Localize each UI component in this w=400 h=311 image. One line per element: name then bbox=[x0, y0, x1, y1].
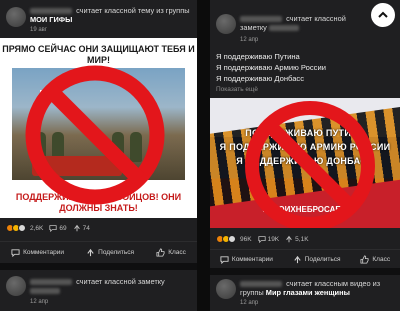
comment-count: 69 bbox=[59, 224, 67, 232]
share-icon bbox=[294, 255, 301, 263]
reshare-count: 74 bbox=[82, 224, 90, 232]
comments-label: Комментарии bbox=[231, 255, 273, 263]
post-author-line: считает классной заметку bbox=[30, 277, 191, 295]
like-icon bbox=[360, 254, 369, 264]
right-feed-column: считает классной заметку 12 апр Я поддер… bbox=[210, 0, 400, 311]
post-date: 12 апр bbox=[240, 300, 259, 306]
comment-stat[interactable]: 19K bbox=[257, 235, 280, 243]
flag-icon bbox=[40, 90, 58, 102]
feed-post-gifs: считает классной тему из группы МОИ ГИФЫ… bbox=[0, 0, 197, 263]
comment-stat[interactable]: 69 bbox=[49, 224, 67, 232]
image-hashtag: #СВОИХНЕБРОСАЕМ bbox=[262, 205, 348, 214]
share-button[interactable]: Поделиться bbox=[291, 251, 343, 268]
share-label: Поделиться bbox=[98, 249, 135, 256]
avatar[interactable] bbox=[216, 14, 236, 34]
like-label: Класс bbox=[168, 249, 186, 256]
like-button[interactable]: Класс bbox=[358, 251, 392, 268]
post-author-line: считает классной тему из группы МОИ ГИФЫ bbox=[30, 6, 191, 24]
comment-count: 19K bbox=[267, 235, 280, 243]
reshare-count: 5,1K bbox=[295, 235, 309, 243]
blurred-author-name[interactable] bbox=[30, 279, 72, 286]
avatar[interactable] bbox=[6, 276, 26, 296]
post-action-text: считает классной тему из группы bbox=[76, 6, 190, 15]
comments-label: Комментарии bbox=[23, 249, 65, 256]
avatar[interactable] bbox=[216, 279, 236, 299]
comment-icon bbox=[11, 249, 20, 257]
post-header: считает классной тему из группы МОИ ГИФЫ… bbox=[0, 0, 197, 34]
feed-post-support: считает классной заметку 12 апр Я поддер… bbox=[210, 0, 400, 268]
post-actions: Комментарии Поделиться Класс bbox=[0, 241, 197, 263]
post-stats: 96K 19K 5,1K bbox=[216, 235, 309, 243]
soldier-figure bbox=[130, 132, 142, 162]
share-label: Поделиться bbox=[304, 255, 341, 263]
reaction-icons[interactable] bbox=[216, 235, 236, 243]
post-line: Я поддерживаю Армию России bbox=[216, 63, 326, 72]
post-separator bbox=[0, 263, 197, 270]
reaction-count: 96K bbox=[240, 235, 252, 243]
post-stats: 2,6K 69 74 bbox=[6, 224, 90, 232]
post-separator bbox=[210, 268, 400, 275]
blurred-author-name[interactable] bbox=[240, 281, 282, 288]
blurred-note-title[interactable] bbox=[268, 25, 299, 32]
post-author-line: считает классным видео из группы Мир гла… bbox=[240, 279, 394, 297]
like-label: Класс bbox=[372, 255, 391, 263]
post-image-poster[interactable]: ПРЯМО СЕЙЧАС ОНИ ЗАЩИЩАЮТ ТЕБЯ И МИР! ПО… bbox=[0, 38, 197, 218]
reshare-icon bbox=[286, 235, 292, 243]
image-text-line: Я ПОДДЕРЖИВАЮ ДОНБАСС bbox=[236, 156, 374, 166]
poster-photo bbox=[12, 68, 185, 180]
comment-icon bbox=[49, 225, 57, 232]
comments-button[interactable]: Комментарии bbox=[9, 244, 66, 261]
reaction-icons[interactable] bbox=[6, 224, 26, 232]
scroll-up-icon bbox=[378, 11, 388, 18]
post-line: Я поддерживаю Путина bbox=[216, 52, 300, 61]
comments-button[interactable]: Комментарии bbox=[218, 251, 275, 268]
post-date: 12 апр bbox=[240, 37, 259, 43]
post-date: 12 апр bbox=[30, 299, 49, 305]
feed-post-video: считает классным видео из группы Мир гла… bbox=[210, 275, 400, 311]
post-action-text: считает классной заметку bbox=[76, 277, 165, 286]
share-icon bbox=[87, 248, 94, 257]
post-author-line: считает классной заметку bbox=[240, 14, 368, 32]
reshare-stat[interactable]: 5,1K bbox=[285, 235, 309, 243]
image-text-line: Я ПОДДЕРЖИВАЮ АРМИЮ РОССИИ bbox=[219, 142, 391, 152]
reaction-count: 2,6K bbox=[30, 224, 44, 232]
left-feed-column: считает классной тему из группы МОИ ГИФЫ… bbox=[0, 0, 197, 311]
post-actions: Комментарии Поделиться Класс bbox=[210, 249, 400, 268]
show-more-link[interactable]: Показать ещё bbox=[216, 86, 258, 93]
like-icon bbox=[156, 248, 165, 257]
blurred-author-name[interactable] bbox=[240, 16, 282, 23]
group-link[interactable]: Мир глазами женщины bbox=[266, 288, 350, 297]
post-image-ribbon[interactable]: ПОДДЕРЖИВАЮ ПУТИНА Я ПОДДЕРЖИВАЮ АРМИЮ Р… bbox=[210, 98, 400, 228]
poster-top-text: ПРЯМО СЕЙЧАС ОНИ ЗАЩИЩАЮТ ТЕБЯ И МИР! bbox=[2, 44, 195, 65]
column-divider bbox=[197, 0, 210, 311]
comment-icon bbox=[257, 236, 266, 243]
share-button[interactable]: Поделиться bbox=[84, 244, 136, 261]
post-date: 19 авг bbox=[30, 27, 48, 33]
post-body: Я поддерживаю Путина Я поддерживаю Армию… bbox=[216, 51, 394, 84]
group-link[interactable]: МОИ ГИФЫ bbox=[30, 15, 72, 24]
vehicle bbox=[32, 156, 122, 176]
scroll-up-button[interactable] bbox=[371, 3, 395, 27]
like-button[interactable]: Класс bbox=[154, 244, 188, 261]
feed-post-note: считает классной заметку 12 апр bbox=[0, 270, 197, 311]
post-line: Я поддерживаю Донбасс bbox=[216, 74, 305, 83]
reshare-icon bbox=[73, 224, 80, 232]
blurred-note-title[interactable] bbox=[30, 288, 60, 295]
image-text-line: ПОДДЕРЖИВАЮ ПУТИНА bbox=[245, 128, 365, 138]
blurred-author-name[interactable] bbox=[30, 8, 72, 15]
comment-icon bbox=[220, 255, 229, 264]
poster-bottom-text: ПОДДЕРЖИМ НАШИХ БОЙЦОВ! ОНИ ДОЛЖНЫ ЗНАТЬ… bbox=[15, 192, 182, 213]
reshare-stat[interactable]: 74 bbox=[73, 224, 90, 232]
avatar[interactable] bbox=[6, 7, 26, 27]
